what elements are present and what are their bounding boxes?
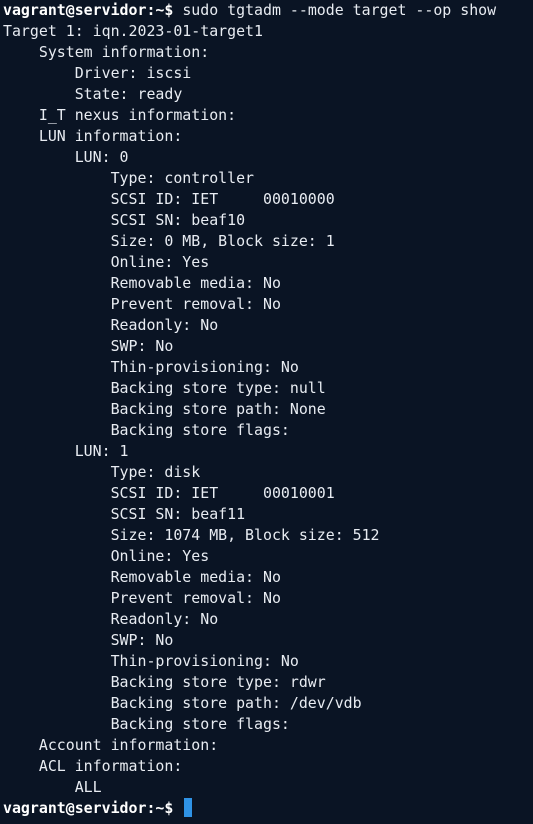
output-line: Size: 1074 MB, Block size: 512	[3, 526, 380, 544]
output-line: SCSI ID: IET 00010000	[3, 190, 335, 208]
output-line: Target 1: iqn.2023-01-target1	[3, 22, 263, 40]
prompt-user-host: vagrant@servidor	[3, 1, 147, 19]
output-line: Readonly: No	[3, 610, 219, 628]
output-line: Thin-provisioning: No	[3, 358, 299, 376]
input-line[interactable]: vagrant@servidor:~$	[3, 798, 533, 819]
output-line: LUN information:	[3, 127, 183, 145]
prompt-separator: :~$	[146, 799, 174, 817]
terminal-window[interactable]: vagrant@servidor:~$ sudo tgtadm --mode t…	[0, 0, 533, 824]
output-line: SCSI ID: IET 00010001	[3, 484, 335, 502]
command-text: sudo tgtadm --mode target --op show	[182, 1, 497, 19]
output-line: Online: Yes	[3, 547, 210, 565]
command-line: vagrant@servidor:~$ sudo tgtadm --mode t…	[3, 0, 533, 21]
output-line: Backing store flags:	[3, 421, 290, 439]
output-line: Online: Yes	[3, 253, 210, 271]
text-cursor[interactable]	[184, 798, 193, 817]
output-line: Driver: iscsi	[3, 64, 192, 82]
output-line: Prevent removal: No	[3, 589, 281, 607]
output-line: Backing store path: /dev/vdb	[3, 694, 362, 712]
output-line: SCSI SN: beaf10	[3, 211, 246, 229]
output-line: Backing store flags:	[3, 715, 290, 733]
output-line: Backing store type: rdwr	[3, 673, 326, 691]
output-line: Removable media: No	[3, 274, 281, 292]
output-line: LUN: 0	[3, 148, 129, 166]
output-line: LUN: 1	[3, 442, 129, 460]
output-line: Type: disk	[3, 463, 201, 481]
output-line: Backing store type: null	[3, 379, 326, 397]
output-line: Size: 0 MB, Block size: 1	[3, 232, 335, 250]
output-line: SWP: No	[3, 337, 174, 355]
output-line: Backing store path: None	[3, 400, 326, 418]
output-line: SWP: No	[3, 631, 174, 649]
prompt-user-host: vagrant@servidor	[3, 799, 147, 817]
output-line: Thin-provisioning: No	[3, 652, 299, 670]
output-line: I_T nexus information:	[3, 106, 237, 124]
output-line: ACL information:	[3, 757, 183, 775]
output-line: Prevent removal: No	[3, 295, 281, 313]
output-line: SCSI SN: beaf11	[3, 505, 246, 523]
prompt-separator: :~$	[146, 1, 174, 19]
output-line: Removable media: No	[3, 568, 281, 586]
output-line: Type: controller	[3, 169, 255, 187]
output-line: State: ready	[3, 85, 183, 103]
output-line: Account information:	[3, 736, 219, 754]
output-line: System information:	[3, 43, 210, 61]
output-line: ALL	[3, 778, 102, 796]
output-line: Readonly: No	[3, 316, 219, 334]
